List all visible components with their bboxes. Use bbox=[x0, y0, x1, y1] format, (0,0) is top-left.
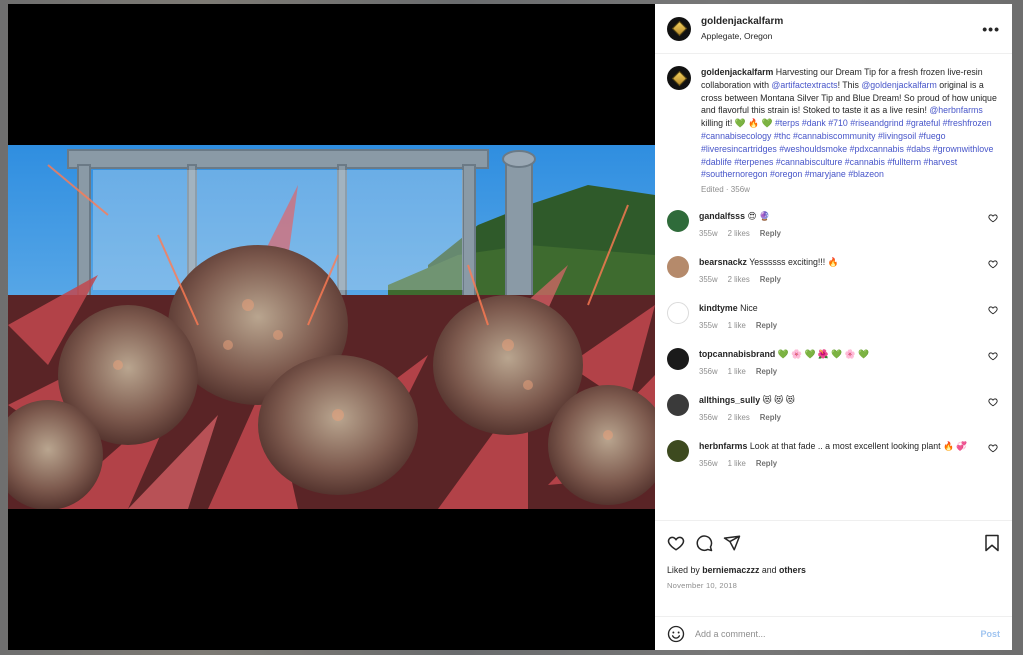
comment-likes[interactable]: 1 like bbox=[728, 459, 746, 468]
comments-scroll-area[interactable]: goldenjackalfarm Harvesting our Dream Ti… bbox=[655, 54, 1012, 520]
commenter-username[interactable]: allthings_sully bbox=[699, 395, 760, 405]
reply-button[interactable]: Reply bbox=[760, 275, 781, 284]
reply-button[interactable]: Reply bbox=[756, 459, 777, 468]
brand-logo-icon bbox=[671, 70, 687, 86]
post-caption: goldenjackalfarm Harvesting our Dream Ti… bbox=[667, 66, 1000, 194]
author-username[interactable]: goldenjackalfarm bbox=[701, 14, 783, 29]
comments-list: gandalfsss 😍 🔮 355w 2 likes Reply bearsnackz… bbox=[667, 210, 1000, 470]
comment-item: kindtyme Nice 355w 1 like Reply bbox=[667, 302, 1000, 332]
caption-avatar[interactable] bbox=[667, 66, 691, 90]
comment-age: 355w bbox=[699, 274, 718, 284]
mention-link[interactable]: @artifactextracts bbox=[771, 80, 837, 90]
comment-age: 355w bbox=[699, 320, 718, 330]
comment-age: 355w bbox=[699, 228, 718, 238]
post-header: goldenjackalfarm Applegate, Oregon ••• bbox=[655, 4, 1012, 54]
comment-like-heart-icon[interactable] bbox=[988, 443, 998, 453]
reply-button[interactable]: Reply bbox=[756, 321, 777, 330]
post-comment-button[interactable]: Post bbox=[980, 629, 1000, 639]
reply-button[interactable]: Reply bbox=[760, 413, 781, 422]
more-options-icon[interactable]: ••• bbox=[982, 21, 1000, 37]
comment-text: Yessssss exciting!!! 🔥 bbox=[749, 257, 839, 268]
post-location[interactable]: Applegate, Oregon bbox=[701, 29, 783, 44]
comment-item: bearsnackz Yessssss exciting!!! 🔥 355w 2 l… bbox=[667, 256, 1000, 286]
commenter-username[interactable]: kindtyme bbox=[699, 303, 738, 313]
caption-username[interactable]: goldenjackalfarm bbox=[701, 67, 773, 77]
comment-age: 356w bbox=[699, 412, 718, 422]
liked-by-others-link[interactable]: others bbox=[779, 565, 806, 575]
mention-link[interactable]: @herbnfarms bbox=[929, 105, 982, 115]
reply-button[interactable]: Reply bbox=[756, 367, 777, 376]
comment-text: Look at that fade .. a most excellent lo… bbox=[749, 441, 968, 452]
post-side-panel: goldenjackalfarm Applegate, Oregon ••• g… bbox=[655, 4, 1012, 650]
comment-likes[interactable]: 2 likes bbox=[728, 229, 750, 238]
reply-button[interactable]: Reply bbox=[760, 229, 781, 238]
comment-like-heart-icon[interactable] bbox=[988, 305, 998, 315]
comment-age: 356w bbox=[699, 366, 718, 376]
commenter-avatar[interactable] bbox=[667, 302, 689, 325]
comment-text: Nice bbox=[740, 303, 758, 314]
comment-composer: Post bbox=[655, 616, 1012, 650]
bookmark-icon[interactable] bbox=[984, 534, 1000, 552]
likes-summary: Liked by berniemaczzz and others bbox=[667, 565, 1000, 575]
commenter-username[interactable]: bearsnackz bbox=[699, 257, 747, 267]
commenter-username[interactable]: gandalfsss bbox=[699, 211, 745, 221]
commenter-username[interactable]: topcannabisbrand bbox=[699, 349, 775, 359]
comment-text: 😻 😻 😻 bbox=[762, 395, 795, 406]
likes-prefix: Liked by bbox=[667, 565, 703, 575]
caption-text: ! This bbox=[837, 79, 862, 90]
comment-item: gandalfsss 😍 🔮 355w 2 likes Reply bbox=[667, 210, 1000, 240]
comment-likes[interactable]: 2 likes bbox=[728, 413, 750, 422]
comment-icon[interactable] bbox=[695, 534, 713, 552]
share-icon[interactable] bbox=[723, 534, 741, 552]
comment-item: topcannabisbrand 💚 🌸 💚 🌺 💚 🌸 💚 356w 1 like… bbox=[667, 348, 1000, 378]
post-photo[interactable] bbox=[8, 145, 655, 509]
emoji-icon[interactable] bbox=[667, 625, 685, 643]
commenter-username[interactable]: herbnfarms bbox=[699, 441, 747, 451]
comment-like-heart-icon[interactable] bbox=[988, 397, 998, 407]
comment-age: 356w bbox=[699, 458, 718, 468]
commenter-avatar[interactable] bbox=[667, 210, 689, 233]
commenter-avatar[interactable] bbox=[667, 394, 689, 417]
comment-like-heart-icon[interactable] bbox=[988, 259, 998, 269]
heart-icon[interactable] bbox=[667, 534, 685, 552]
commenter-avatar[interactable] bbox=[667, 348, 689, 371]
brand-logo-icon bbox=[671, 20, 687, 37]
comment-text: 💚 🌸 💚 🌺 💚 🌸 💚 bbox=[777, 349, 870, 360]
commenter-avatar[interactable] bbox=[667, 440, 689, 463]
comment-text: 😍 🔮 bbox=[747, 211, 770, 222]
comment-item: allthings_sully 😻 😻 😻 356w 2 likes Reply bbox=[667, 394, 1000, 424]
author-avatar[interactable] bbox=[667, 16, 691, 41]
comment-likes[interactable]: 1 like bbox=[728, 367, 746, 376]
comment-likes[interactable]: 1 like bbox=[728, 321, 746, 330]
post-media[interactable] bbox=[8, 4, 655, 650]
post-date: November 10, 2018 bbox=[667, 581, 738, 590]
comment-like-heart-icon[interactable] bbox=[988, 213, 998, 223]
comment-item: herbnfarms Look at that fade .. a most e… bbox=[667, 440, 1000, 470]
comment-likes[interactable]: 2 likes bbox=[728, 275, 750, 284]
post-modal: goldenjackalfarm Applegate, Oregon ••• g… bbox=[8, 4, 1012, 650]
commenter-avatar[interactable] bbox=[667, 256, 689, 279]
mention-link[interactable]: @goldenjackalfarm bbox=[861, 80, 936, 90]
action-bar: Liked by berniemaczzz and others Novembe… bbox=[655, 520, 1012, 616]
caption-text: killing it! 💚 🔥 💚 bbox=[701, 118, 775, 129]
liked-by-user-link[interactable]: berniemaczzz bbox=[702, 565, 759, 575]
comment-like-heart-icon[interactable] bbox=[988, 351, 998, 361]
comment-input[interactable] bbox=[695, 628, 981, 639]
likes-and: and bbox=[759, 565, 779, 575]
caption-meta: Edited · 356w bbox=[701, 185, 750, 195]
